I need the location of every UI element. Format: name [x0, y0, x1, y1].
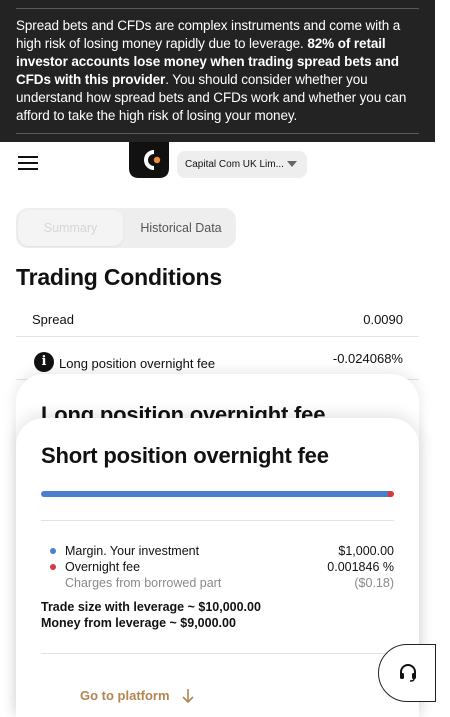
hamburger-icon[interactable] [18, 155, 38, 171]
charges-label: Charges from borrowed part [65, 576, 222, 590]
overnight-fee-label: Overnight fee [65, 560, 141, 574]
row-divider [16, 336, 419, 337]
overnight-fee-value: 0.001846 % [327, 560, 394, 574]
short-fee-card: Short position overnight fee Margin. You… [16, 418, 419, 717]
short-fee-card-title: Short position overnight fee [41, 443, 329, 468]
spread-value: 0.0090 [363, 312, 403, 327]
tab-summary[interactable]: Summary [18, 210, 123, 246]
tab-historical-data[interactable]: Historical Data [126, 208, 236, 248]
fee-dot [50, 564, 56, 570]
info-icon[interactable]: i [34, 352, 54, 372]
margin-bar-segment [41, 491, 388, 497]
fee-bar-segment [388, 491, 394, 497]
banner-top-divider [16, 8, 419, 9]
arrow-down-icon [182, 689, 194, 704]
margin-label: Margin. Your investment [65, 544, 200, 558]
trade-size-text: Trade size with leverage ~ $10,000.00 [41, 600, 261, 614]
trading-conditions-title: Trading Conditions [16, 264, 222, 290]
long-fee-value: -0.024068% [332, 351, 403, 366]
entity-select-value: Capital Com UK Lim... [185, 159, 284, 170]
entity-select[interactable]: Capital Com UK Lim... [177, 151, 307, 178]
charges-value: ($0.18) [354, 576, 394, 590]
banner-bottom-divider [16, 133, 419, 134]
money-from-leverage-text: Money from leverage ~ $9,000.00 [41, 616, 236, 630]
headset-icon [400, 664, 416, 682]
card-divider [41, 520, 394, 521]
card-divider [41, 653, 394, 654]
margin-dot [50, 548, 56, 554]
long-fee-label: Long position overnight fee [59, 356, 216, 371]
go-to-platform-button[interactable]: Go to platform [80, 688, 170, 703]
tab-switcher: Summary Historical Data [16, 208, 236, 248]
support-button[interactable] [378, 644, 436, 702]
risk-warning-banner: Spread bets and CFDs are complex instrum… [0, 0, 435, 142]
risk-warning-text: Spread bets and CFDs are complex instrum… [16, 18, 407, 123]
fee-breakdown-bar [41, 491, 394, 497]
spread-label: Spread [32, 312, 74, 327]
capital-com-logo[interactable] [129, 142, 169, 178]
chevron-down-icon [287, 161, 297, 167]
margin-value: $1,000.00 [338, 544, 394, 558]
